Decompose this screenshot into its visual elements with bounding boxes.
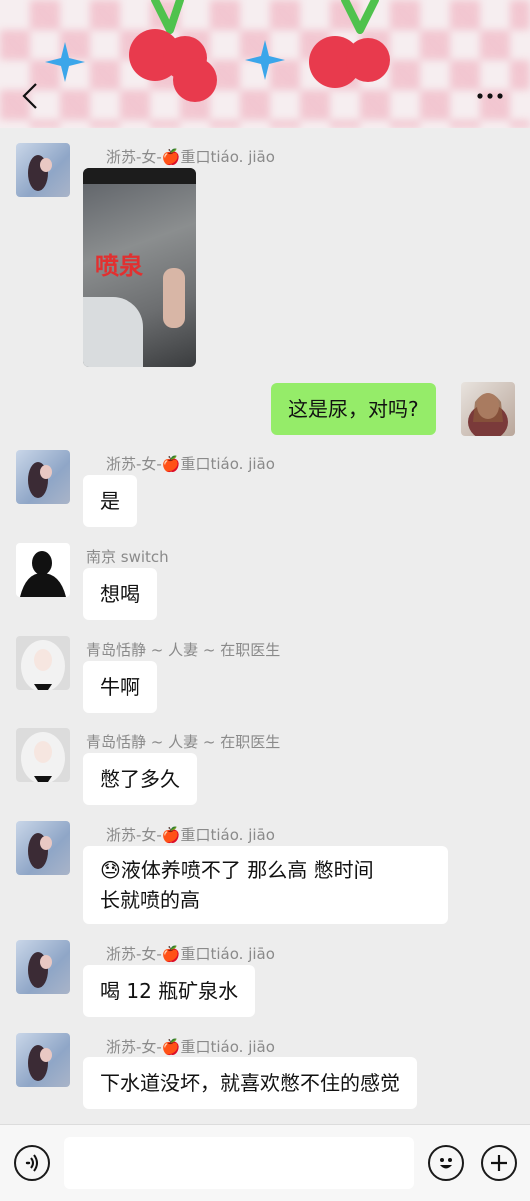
cherry-decoration: [173, 58, 217, 102]
emoji-button[interactable]: [428, 1145, 464, 1181]
emoji-icon: [440, 1158, 452, 1169]
plus-icon: [491, 1155, 507, 1171]
sender-name: 青岛恬静 ~ 人妻 ~ 在职医生: [86, 733, 281, 751]
avatar[interactable]: [16, 821, 70, 875]
input-bar: [0, 1124, 530, 1201]
message-bubble-self[interactable]: 这是尿，对吗?: [271, 383, 436, 435]
avatar[interactable]: [16, 636, 70, 690]
avatar[interactable]: [16, 940, 70, 994]
self-avatar[interactable]: [461, 382, 515, 436]
sparkle-decoration: [45, 42, 85, 82]
message-input[interactable]: [64, 1137, 414, 1189]
plus-button[interactable]: [481, 1145, 517, 1181]
message-bubble[interactable]: 😓液体养喷不了 那么高 憋时间 长就喷的高: [83, 846, 448, 924]
sender-name: 浙苏-女-🍎重口tiáo. jiāo: [106, 148, 275, 166]
sender-name: 青岛恬静 ~ 人妻 ~ 在职医生: [86, 641, 281, 659]
avatar[interactable]: [16, 143, 70, 197]
message-bubble[interactable]: 喝 12 瓶矿泉水: [83, 965, 256, 1017]
message-bubble[interactable]: 憋了多久: [83, 753, 197, 805]
message-bubble[interactable]: 是: [83, 475, 137, 527]
back-button[interactable]: [14, 78, 46, 114]
image-caption: 喷泉: [95, 252, 143, 280]
ellipsis-icon: [477, 93, 503, 99]
image-message[interactable]: 喷泉: [83, 168, 196, 367]
avatar[interactable]: [16, 543, 70, 597]
sender-name: 浙苏-女-🍎重口tiáo. jiāo: [106, 455, 275, 473]
sender-name: 南京 switch: [86, 548, 169, 566]
voice-button[interactable]: [14, 1145, 50, 1181]
chat-header: [0, 0, 530, 128]
message-line: 液体养喷不了 那么高 憋时间: [120, 858, 374, 882]
avatar[interactable]: [16, 1033, 70, 1087]
message-line: 长就喷的高: [100, 888, 200, 912]
message-bubble[interactable]: 想喝: [83, 568, 157, 620]
sender-name: 浙苏-女-🍎重口tiáo. jiāo: [106, 826, 275, 844]
sparkle-decoration: [245, 40, 285, 80]
voice-icon: [25, 1154, 38, 1172]
avatar[interactable]: [16, 450, 70, 504]
more-button[interactable]: [470, 82, 510, 110]
avatar[interactable]: [16, 728, 70, 782]
sender-name: 浙苏-女-🍎重口tiáo. jiāo: [106, 945, 275, 963]
message-bubble[interactable]: 牛啊: [83, 661, 157, 713]
chevron-left-icon: [22, 83, 37, 109]
sweat-emoji: 😓: [100, 858, 121, 882]
cherry-decoration: [309, 0, 390, 88]
message-bubble[interactable]: 下水道没坏，就喜欢憋不住的感觉: [83, 1057, 417, 1109]
sender-name: 浙苏-女-🍎重口tiáo. jiāo: [106, 1038, 275, 1056]
